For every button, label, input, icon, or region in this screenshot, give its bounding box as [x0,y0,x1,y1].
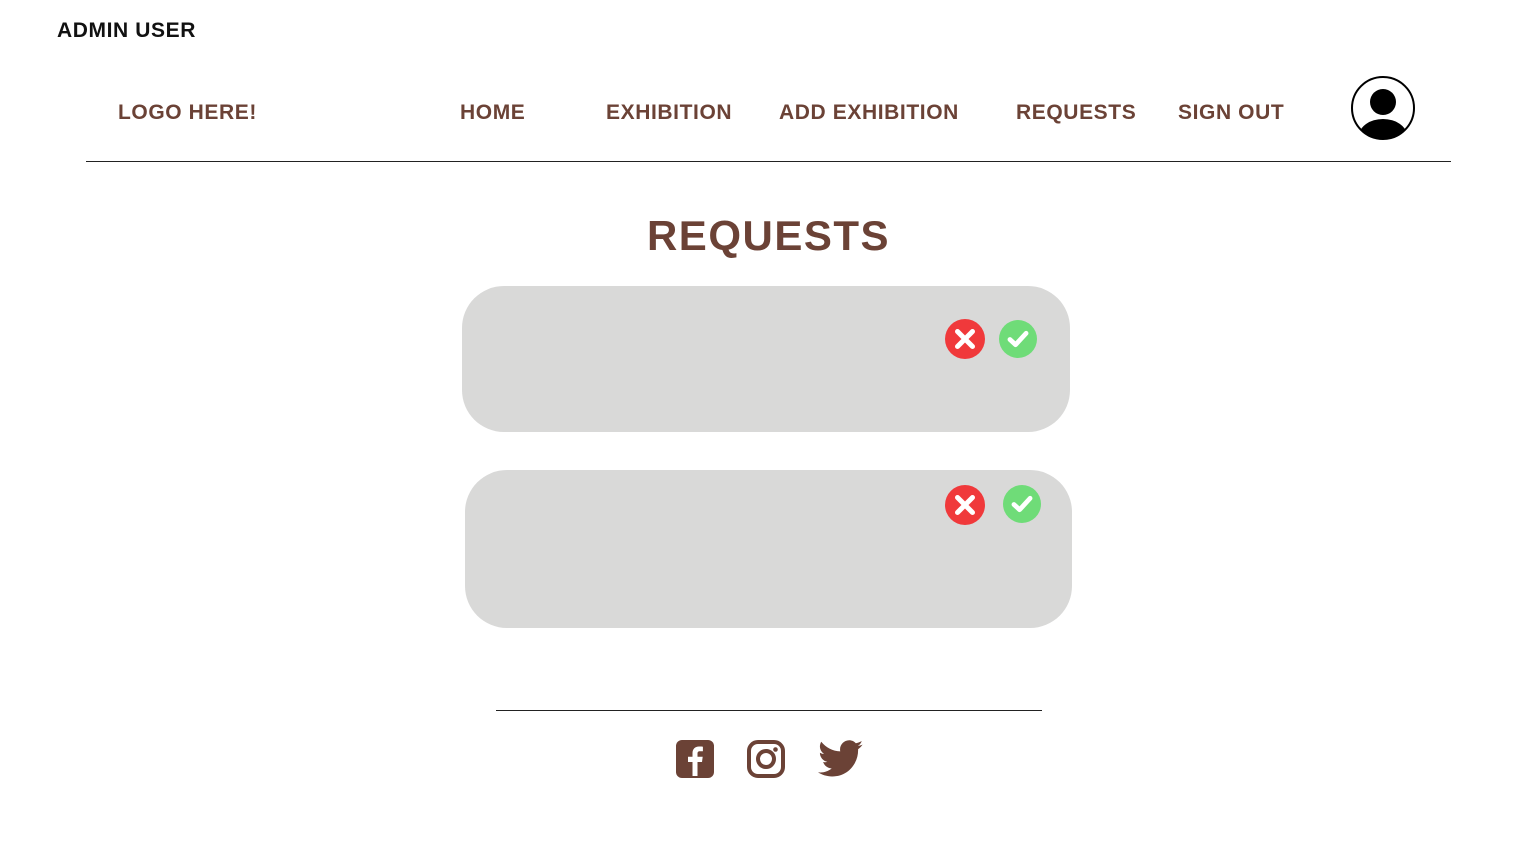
page-title: REQUESTS [646,212,891,259]
twitter-icon[interactable] [818,740,864,778]
nav-home[interactable]: HOME [460,100,525,126]
admin-user-label: ADMIN USER [57,19,197,42]
nav-requests[interactable]: REQUESTS [1016,100,1136,126]
user-avatar-icon[interactable] [1351,76,1415,140]
reject-button[interactable] [945,485,985,525]
footer-divider [496,710,1042,711]
logo[interactable]: LOGO HERE! [118,100,257,126]
nav-exhibition[interactable]: EXHIBITION [606,100,732,126]
approve-check-icon [1003,485,1041,523]
approve-button[interactable] [999,320,1037,358]
approve-button[interactable] [1003,485,1041,523]
header-divider [86,161,1451,162]
nav-add-exhibition[interactable]: ADD EXHIBITION [779,100,959,126]
approve-check-icon [999,320,1037,358]
instagram-icon[interactable] [747,740,785,778]
nav-sign-out[interactable]: SIGN OUT [1178,100,1284,126]
request-card [462,286,1070,432]
reject-x-icon [945,319,985,359]
facebook-icon[interactable] [676,740,714,778]
reject-button[interactable] [945,319,985,359]
reject-x-icon [945,485,985,525]
request-card [465,470,1072,628]
